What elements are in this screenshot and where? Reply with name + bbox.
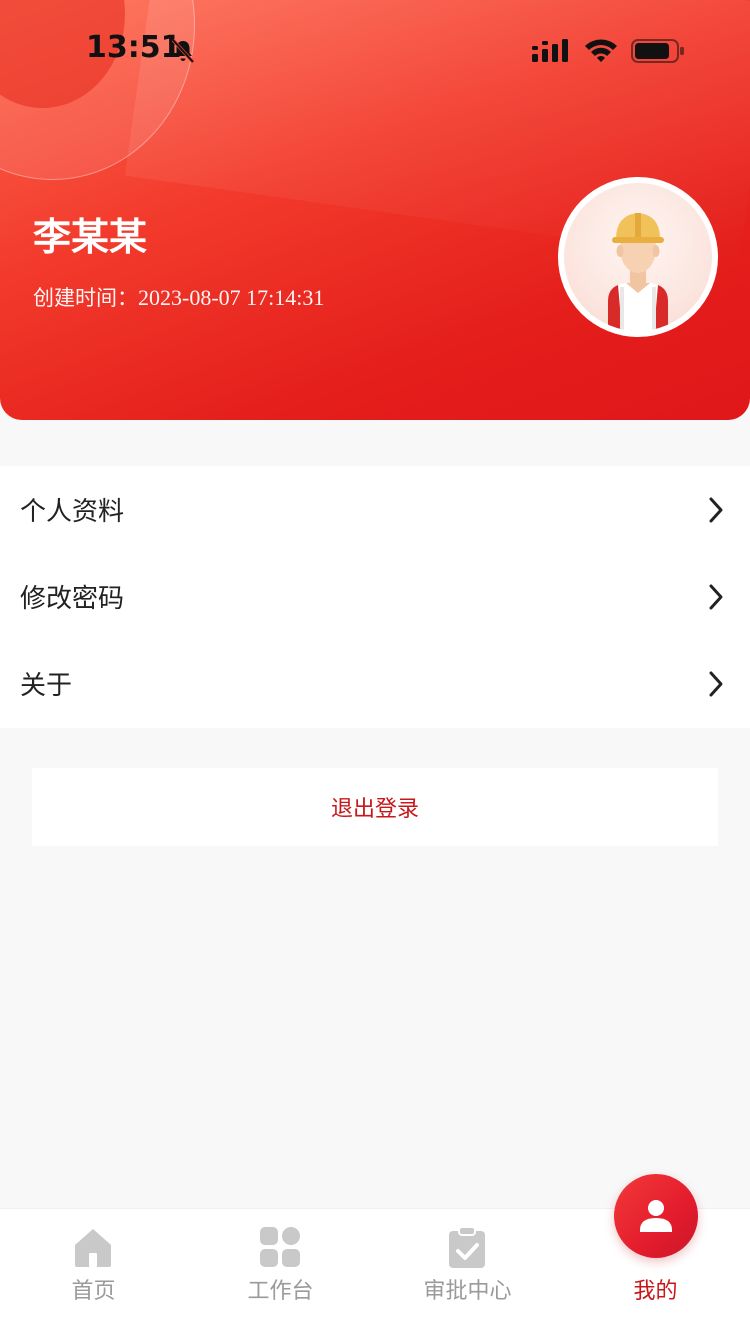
tab-approval-center[interactable]: 审批中心 <box>374 1209 561 1334</box>
cellular-signal-icon <box>532 39 568 62</box>
tab-label: 我的 <box>633 1279 678 1304</box>
menu-item-change-password[interactable]: 修改密码 <box>0 553 750 640</box>
user-name: 李某某 <box>33 215 148 259</box>
battery-icon <box>631 39 684 63</box>
home-icon <box>75 1229 111 1267</box>
settings-menu: 个人资料 修改密码 关于 <box>0 466 750 728</box>
worker-helmet-icon <box>608 213 668 331</box>
tab-home[interactable]: 首页 <box>0 1209 187 1334</box>
clipboard-check-icon <box>449 1226 485 1268</box>
menu-item-label: 修改密码 <box>20 584 125 614</box>
created-time: 创建时间：2023-08-07 17:14:31 <box>33 282 324 312</box>
avatar[interactable] <box>558 177 718 337</box>
tab-workbench[interactable]: 工作台 <box>187 1209 374 1334</box>
bell-muted-icon <box>171 38 195 64</box>
tab-mine-icon-bubble[interactable] <box>614 1174 698 1258</box>
tab-label: 工作台 <box>247 1279 314 1304</box>
chevron-right-icon <box>709 584 723 610</box>
grid-icon <box>260 1227 300 1267</box>
chevron-right-icon <box>709 671 723 697</box>
logout-button[interactable]: 退出登录 <box>32 768 718 846</box>
wifi-icon <box>585 39 617 62</box>
chevron-right-icon <box>709 497 723 523</box>
menu-item-profile[interactable]: 个人资料 <box>0 466 750 553</box>
user-icon <box>640 1200 672 1232</box>
menu-item-about[interactable]: 关于 <box>0 640 750 727</box>
status-time: 13:51 <box>86 30 182 65</box>
avatar-worker-illustration <box>564 183 712 331</box>
tab-label: 审批中心 <box>423 1279 512 1304</box>
tab-label: 首页 <box>71 1279 116 1304</box>
profile-header: 13:51 李某某 创建时间：2023-08-07 17:14:31 <box>0 0 750 420</box>
menu-item-label: 关于 <box>20 671 73 701</box>
created-time-label: 创建时间： <box>33 286 138 310</box>
logout-button-label: 退出登录 <box>330 796 419 821</box>
menu-item-label: 个人资料 <box>20 497 125 527</box>
created-time-value: 2023-08-07 17:14:31 <box>138 285 325 310</box>
status-bar: 13:51 <box>0 0 750 100</box>
